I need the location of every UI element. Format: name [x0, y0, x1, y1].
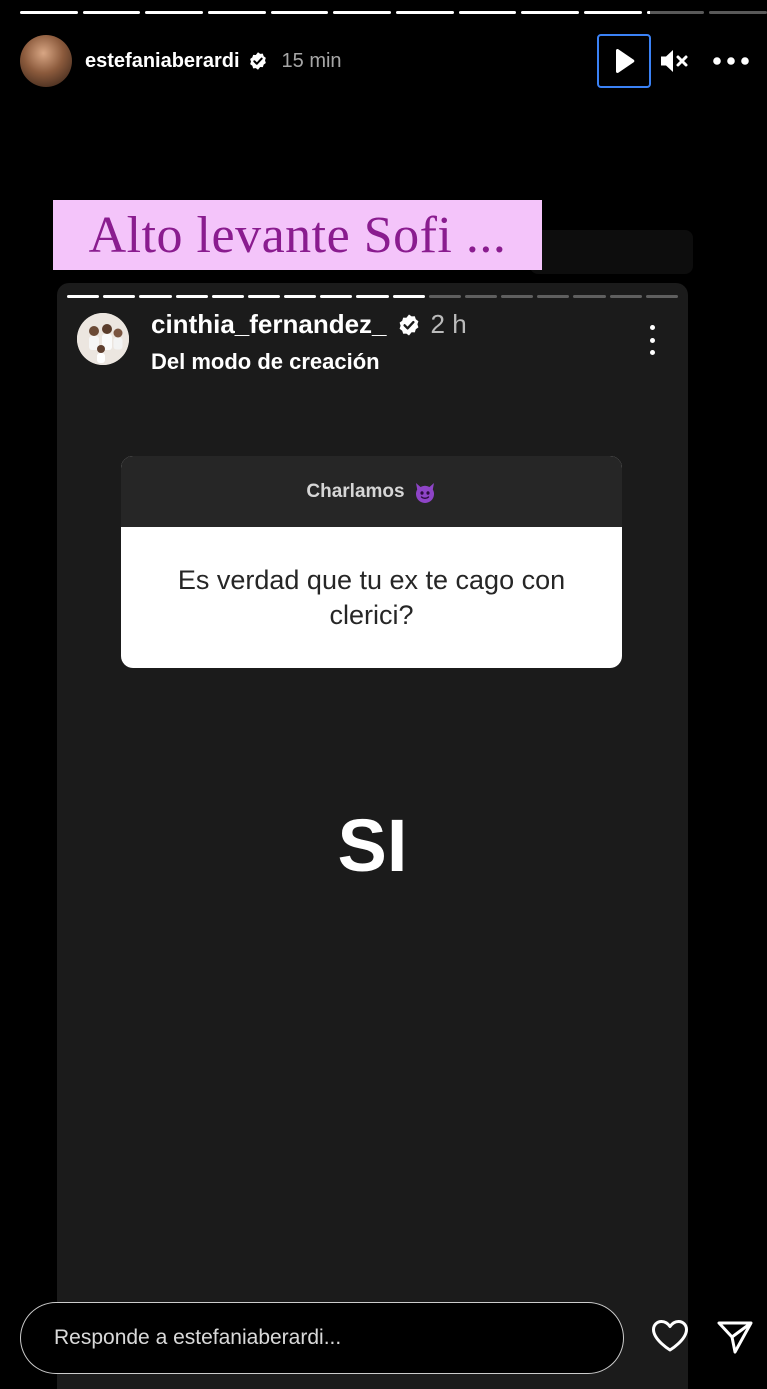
- progress-segment: [247, 295, 281, 298]
- question-text: Es verdad que tu ex te cago con clerici?: [177, 564, 566, 630]
- progress-segment: [139, 295, 172, 298]
- answer-text: SI: [337, 804, 408, 887]
- progress-segment: [67, 295, 100, 298]
- caption-sticker: Alto levante Sofi ...: [53, 200, 542, 270]
- embedded-story[interactable]: cinthia_fernandez_ 2 h Del modo de creac…: [57, 283, 688, 1389]
- story-progress-bar: [20, 11, 767, 14]
- devil-emoji-icon: [415, 482, 434, 503]
- embedded-user-row: cinthia_fernandez_ 2 h: [151, 309, 467, 340]
- progress-segment: [333, 11, 392, 14]
- progress-segment: [609, 295, 642, 298]
- reply-placeholder: Responde a estefaniaberardi...: [54, 1326, 342, 1349]
- embedded-username: cinthia_fernandez_: [151, 309, 387, 339]
- like-button[interactable]: [650, 1316, 690, 1356]
- speaker-muted-icon: [661, 50, 688, 72]
- share-button[interactable]: [715, 1317, 755, 1357]
- more-options-button[interactable]: [713, 46, 749, 76]
- heart-icon: [652, 1320, 688, 1352]
- progress-segment: [145, 11, 204, 14]
- more-horizontal-icon: [713, 57, 749, 65]
- embedded-timestamp: 2 h: [430, 309, 467, 339]
- progress-segment: [270, 11, 329, 14]
- progress-segment: [584, 11, 642, 14]
- progress-segment: [458, 11, 517, 14]
- play-button[interactable]: [597, 34, 651, 88]
- question-sticker-body: Es verdad que tu ex te cago con clerici?: [121, 527, 622, 668]
- progress-segment: [537, 295, 570, 298]
- mute-button[interactable]: [659, 46, 689, 76]
- progress-segment: [284, 295, 317, 298]
- embedded-story-progress-bar: [67, 295, 678, 298]
- verified-badge-icon: [249, 52, 266, 70]
- avatar[interactable]: [20, 35, 72, 87]
- reply-input[interactable]: Responde a estefaniaberardi...: [20, 1302, 624, 1374]
- progress-segment: [208, 11, 266, 14]
- progress-segment: [20, 11, 78, 14]
- progress-segment: [175, 295, 208, 298]
- question-sticker: Charlamos Es verdad que tu ex te cago co…: [121, 456, 622, 668]
- progress-segment: [356, 295, 389, 298]
- question-sticker-title: Charlamos: [306, 480, 405, 502]
- progress-segment: [82, 11, 141, 14]
- question-sticker-header: Charlamos: [121, 456, 622, 527]
- progress-segment: [646, 11, 705, 14]
- embedded-subtitle: Del modo de creación: [151, 349, 380, 374]
- story-timestamp: 15 min: [281, 49, 342, 72]
- send-icon: [717, 1321, 753, 1354]
- story-header: estefaniaberardi 15 min: [20, 34, 749, 88]
- story-background-shape: [530, 230, 693, 274]
- caption-text: Alto levante Sofi ...: [88, 206, 507, 264]
- progress-segment: [521, 11, 580, 14]
- play-icon: [616, 48, 635, 74]
- progress-segment: [464, 295, 498, 298]
- progress-segment: [645, 295, 678, 298]
- progress-segment: [211, 295, 244, 298]
- progress-segment: [396, 11, 454, 14]
- progress-segment: [320, 295, 353, 298]
- progress-segment: [501, 295, 534, 298]
- embedded-more-icon: [646, 325, 658, 355]
- progress-segment: [573, 295, 606, 298]
- progress-segment: [428, 295, 461, 298]
- progress-segment: [103, 295, 136, 298]
- embedded-avatar: [77, 313, 129, 365]
- progress-segment: [392, 295, 425, 298]
- story-username[interactable]: estefaniaberardi: [85, 50, 240, 73]
- verified-badge-icon: [399, 314, 418, 335]
- progress-segment: [709, 11, 767, 14]
